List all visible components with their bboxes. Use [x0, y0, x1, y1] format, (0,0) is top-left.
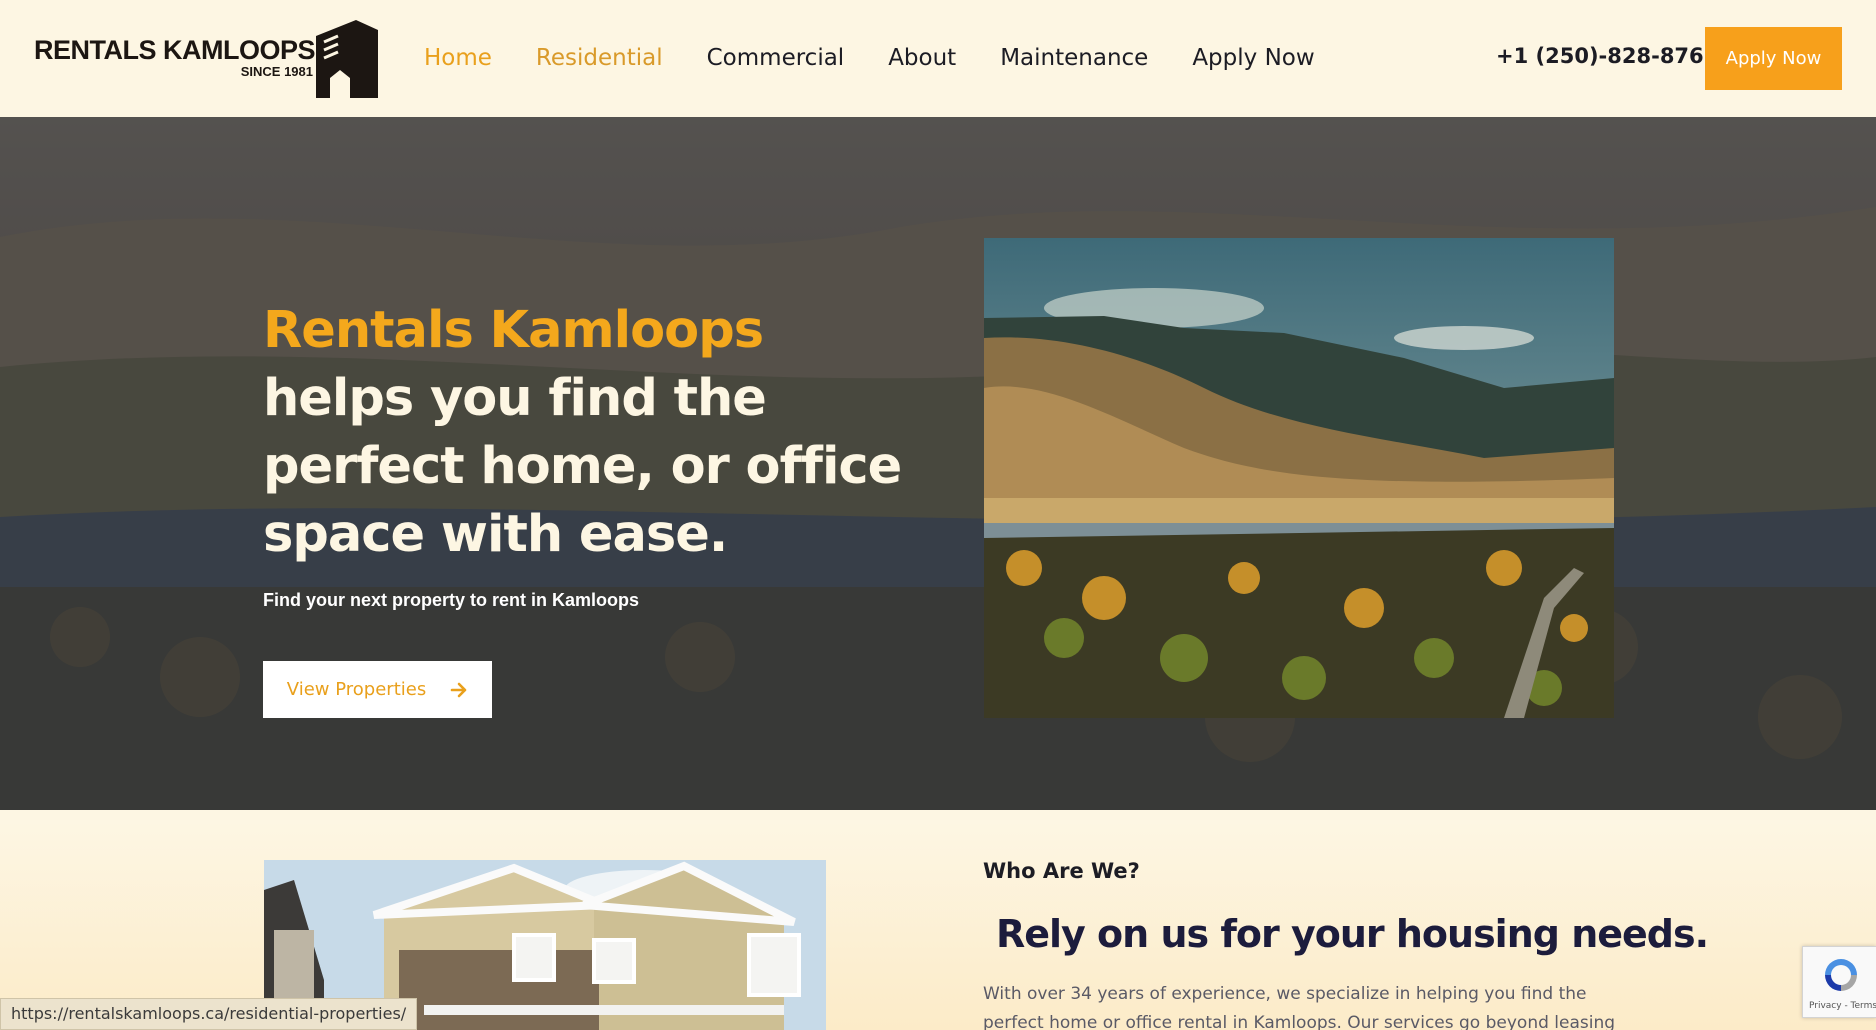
- site-header: RENTALS KAMLOOPS SINCE 1981 Home Residen…: [0, 0, 1876, 117]
- about-paragraph: With over 34 years of experience, we spe…: [983, 984, 1616, 1030]
- nav-apply-now[interactable]: Apply Now: [1170, 45, 1336, 71]
- site-logo[interactable]: RENTALS KAMLOOPS SINCE 1981: [34, 20, 379, 98]
- hero-section: Rentals Kamloops helps you find the perf…: [0, 117, 1876, 810]
- hero-title-rest: helps you find the perfect home, or offi…: [263, 369, 902, 564]
- hero-title-accent: Rentals Kamloops: [263, 301, 764, 360]
- apply-now-button[interactable]: Apply Now: [1705, 27, 1842, 90]
- nav-maintenance[interactable]: Maintenance: [978, 45, 1170, 71]
- about-eyebrow: Who Are We?: [983, 859, 1140, 883]
- nav-residential[interactable]: Residential: [514, 45, 685, 71]
- recaptcha-links[interactable]: Privacy - Terms: [1809, 1001, 1876, 1011]
- recaptcha-icon: [1825, 959, 1857, 991]
- about-heading: Rely on us for your housing needs.: [996, 912, 1709, 956]
- view-properties-label: View Properties: [286, 679, 427, 700]
- nav-home[interactable]: Home: [402, 45, 514, 71]
- status-bar-url: https://rentalskamloops.ca/residential-p…: [0, 998, 418, 1030]
- recaptcha-badge[interactable]: Privacy - Terms: [1802, 946, 1876, 1018]
- phone-link[interactable]: +1 (250)-828-8761: [1496, 44, 1718, 68]
- logo-wordmark: RENTALS KAMLOOPS: [34, 35, 316, 65]
- main-nav: Home Residential Commercial About Mainte…: [402, 30, 1337, 86]
- hero-subtitle: Find your next property to rent in Kamlo…: [263, 590, 640, 610]
- building-logo-icon: [316, 20, 378, 98]
- view-properties-button[interactable]: View Properties: [263, 661, 492, 718]
- nav-about[interactable]: About: [866, 45, 978, 71]
- nav-commercial[interactable]: Commercial: [685, 45, 867, 71]
- kamloops-valley-photo: [984, 238, 1614, 718]
- hero-title: Rentals Kamloops helps you find the perf…: [263, 297, 903, 569]
- arrow-right-icon: [450, 682, 467, 697]
- logo-since: SINCE 1981: [240, 64, 313, 79]
